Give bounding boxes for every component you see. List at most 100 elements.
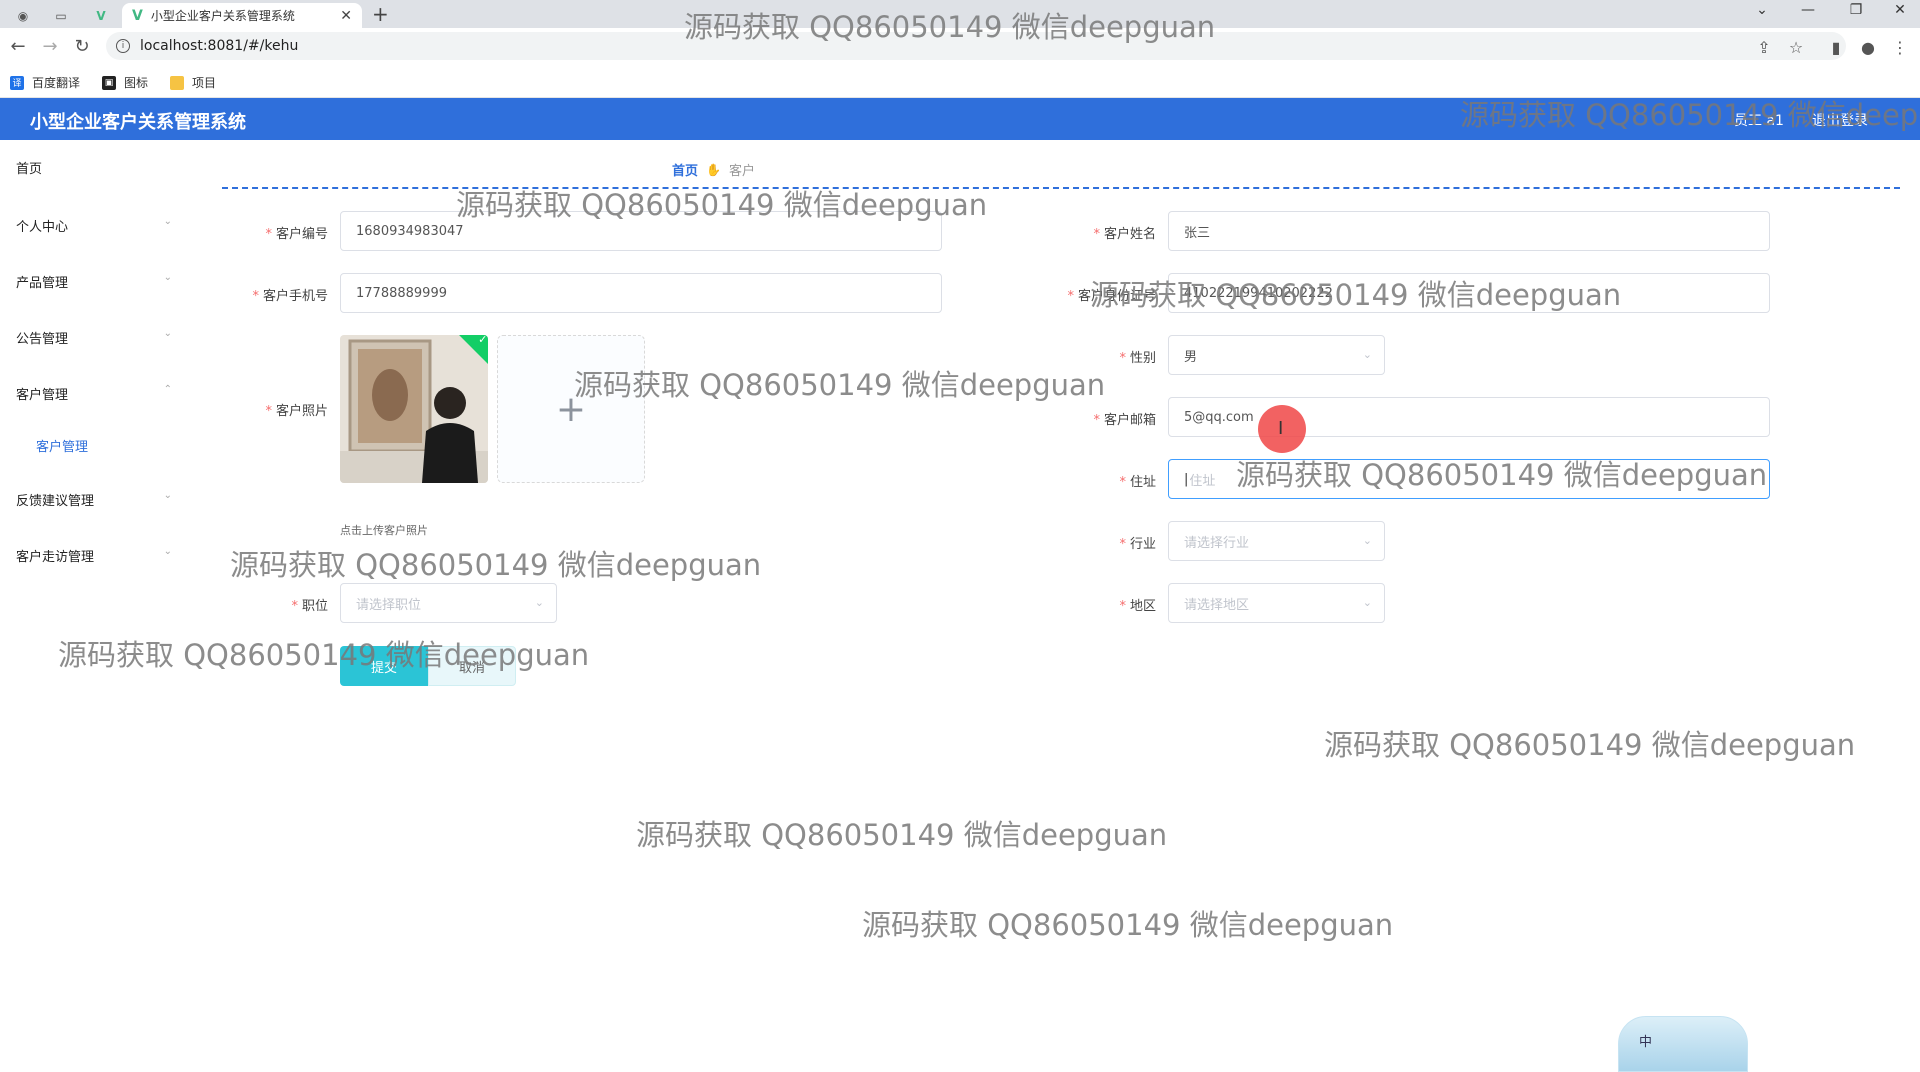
chevron-down-icon: ⌄	[163, 216, 172, 227]
watermark-text: 源码获取 QQ86050149 微信deepguan	[1090, 278, 1622, 312]
watermark-text: 源码获取 QQ86050149 微信deepguan	[456, 188, 988, 222]
url-text: localhost:8081/#/kehu	[140, 38, 299, 54]
tab-title: 小型企业客户关系管理系统	[150, 9, 295, 23]
sidebar-item-profile[interactable]: 个人中心 ⌄	[16, 216, 176, 235]
restore-icon[interactable]: ❐	[1836, 2, 1876, 18]
sidebar-item-label: 首页	[16, 162, 43, 177]
translate-icon: 译	[10, 75, 24, 90]
position-select[interactable]: 请选择职位 ⌄	[340, 583, 557, 623]
chevron-down-icon: ⌄	[163, 490, 172, 501]
industry-label: * 行业	[1119, 537, 1156, 552]
watermark-text: 源码获取 QQ86050149 微信deepguan	[58, 638, 590, 672]
app-title: 小型企业客户关系管理系统	[30, 112, 246, 133]
watermark-text: 源码获取 QQ86050149 微信deepguan	[1236, 458, 1768, 492]
customer-photo-thumbnail[interactable]: ✓	[340, 335, 488, 483]
watermark-text: 源码获取 QQ86050149 微信deepguan	[230, 548, 762, 582]
minimize-icon[interactable]: —	[1788, 2, 1828, 18]
chevron-up-icon: ⌃	[163, 384, 172, 395]
ime-mode-label: 中	[1639, 1035, 1653, 1050]
position-placeholder: 请选择职位	[356, 597, 422, 613]
share-icon[interactable]: ⇪	[1752, 38, 1776, 57]
chevron-down-icon: ⌄	[163, 328, 172, 339]
menu-kebab-icon[interactable]: ⋮	[1888, 38, 1912, 57]
watermark-text: 源码获取 QQ86050149 微信deepguan	[684, 10, 1216, 44]
sidebar: 首页 个人中心 ⌄ 产品管理 ⌄ 公告管理 ⌄ 客户管理 ⌃ 客户管理 反馈建议管理 ⌄ …	[0, 140, 180, 1072]
pinned-tab-vue-icon[interactable]: V	[84, 4, 118, 28]
sidebar-item-feedback[interactable]: 反馈建议管理 ⌄	[16, 490, 176, 509]
site-info-icon[interactable]: i	[116, 39, 130, 53]
bookmark-item[interactable]: ▣ 图标	[102, 74, 148, 91]
vue-logo-icon: V	[132, 7, 143, 24]
sidebar-item-customers[interactable]: 客户管理 ⌃	[16, 384, 176, 403]
breadcrumb-current: 客户	[728, 164, 755, 179]
check-icon: ✓	[478, 335, 488, 347]
bookmark-label: 百度翻译	[32, 76, 81, 90]
watermark-text: 源码获取 QQ86050149 微信deepguan	[574, 368, 1106, 402]
bookmark-star-icon[interactable]: ☆	[1784, 38, 1808, 57]
photo-upload-hint: 点击上传客户照片	[340, 524, 428, 537]
new-tab-icon[interactable]: +	[372, 2, 389, 26]
photo-upload-button[interactable]: +	[497, 335, 645, 483]
folder-icon	[170, 75, 185, 90]
iconfont-icon: ▣	[102, 75, 117, 90]
gender-select[interactable]: 男 ⌄	[1168, 335, 1385, 375]
customer-photo-image	[340, 335, 488, 483]
customer-no-label: * 客户编号	[265, 227, 328, 242]
sidebar-item-home[interactable]: 首页	[16, 158, 176, 177]
sidebar-item-label: 客户走访管理	[16, 550, 95, 565]
region-label: * 地区	[1119, 599, 1156, 614]
chevron-down-icon: ⌄	[534, 596, 544, 609]
bookmark-item[interactable]: 项目	[170, 74, 216, 91]
phone-label: * 客户手机号	[252, 289, 328, 304]
sidebar-item-visits[interactable]: 客户走访管理 ⌄	[16, 546, 176, 565]
sidebar-item-products[interactable]: 产品管理 ⌄	[16, 272, 176, 291]
close-tab-icon[interactable]: ✕	[340, 8, 352, 24]
back-icon[interactable]: ←	[6, 36, 30, 57]
watermark-text: 源码获取 QQ86050149 微信deepguan	[1324, 728, 1856, 762]
email-label: * 客户邮箱	[1093, 413, 1156, 428]
tab-search-icon[interactable]: ⌄	[1742, 2, 1782, 18]
text-cursor-icon: I	[1278, 418, 1284, 439]
chevron-down-icon: ⌄	[163, 546, 172, 557]
sidebar-item-label: 反馈建议管理	[16, 494, 95, 509]
watermark-text: 源码获取 QQ86050149 微信deepguan	[862, 908, 1394, 942]
reload-icon[interactable]: ↻	[70, 36, 94, 57]
chevron-down-icon: ⌄	[1362, 534, 1372, 547]
chevron-down-icon: ⌄	[1362, 596, 1372, 609]
chevron-down-icon: ⌄	[163, 272, 172, 283]
bookmark-item[interactable]: 译 百度翻译	[10, 74, 80, 91]
side-panel-icon[interactable]: ▮	[1824, 38, 1848, 57]
industry-select[interactable]: 请选择行业 ⌄	[1168, 521, 1385, 561]
sidebar-item-label: 公告管理	[16, 332, 69, 347]
watermark-text: 源码获取 QQ86050149 微信deepguan	[636, 818, 1168, 852]
bookmark-label: 图标	[124, 76, 149, 90]
phone-input[interactable]: 17788889999	[340, 273, 942, 313]
customer-name-label: * 客户姓名	[1093, 227, 1156, 242]
profile-avatar-icon[interactable]: ●	[1856, 38, 1880, 57]
photo-label: * 客户照片	[265, 404, 328, 419]
pinned-tab-globe-icon[interactable]: ◉	[6, 4, 40, 28]
address-label: * 住址	[1119, 475, 1156, 490]
ime-toolbar[interactable]: 中	[1618, 1016, 1748, 1072]
sidebar-subitem-customers[interactable]: 客户管理	[36, 436, 88, 455]
customer-name-input[interactable]: 张三	[1168, 211, 1770, 251]
position-label: * 职位	[291, 599, 328, 614]
forward-icon[interactable]: →	[38, 36, 62, 57]
industry-placeholder: 请选择行业	[1184, 535, 1250, 551]
sidebar-item-notices[interactable]: 公告管理 ⌄	[16, 328, 176, 347]
sidebar-item-label: 客户管理	[16, 388, 69, 403]
bookmark-label: 项目	[192, 76, 217, 90]
breadcrumb-home[interactable]: 首页	[672, 160, 698, 179]
window-close-icon[interactable]: ✕	[1880, 2, 1920, 18]
browser-tab-active[interactable]: V 小型企业客户关系管理系统 ✕	[122, 3, 362, 28]
watermark-text: 源码获取 QQ86050149 微信deepguan	[1460, 98, 1920, 132]
sidebar-item-label: 产品管理	[16, 276, 69, 291]
address-placeholder: 住址	[1189, 473, 1216, 489]
pinned-tab-blank[interactable]: ▭	[44, 4, 78, 28]
region-select[interactable]: 请选择地区 ⌄	[1168, 583, 1385, 623]
gender-value: 男	[1184, 349, 1198, 365]
hand-icon: ✋	[706, 162, 721, 177]
breadcrumb: 首页 ✋ 客户	[672, 160, 755, 180]
region-placeholder: 请选择地区	[1184, 597, 1250, 613]
sidebar-item-label: 个人中心	[16, 220, 69, 235]
